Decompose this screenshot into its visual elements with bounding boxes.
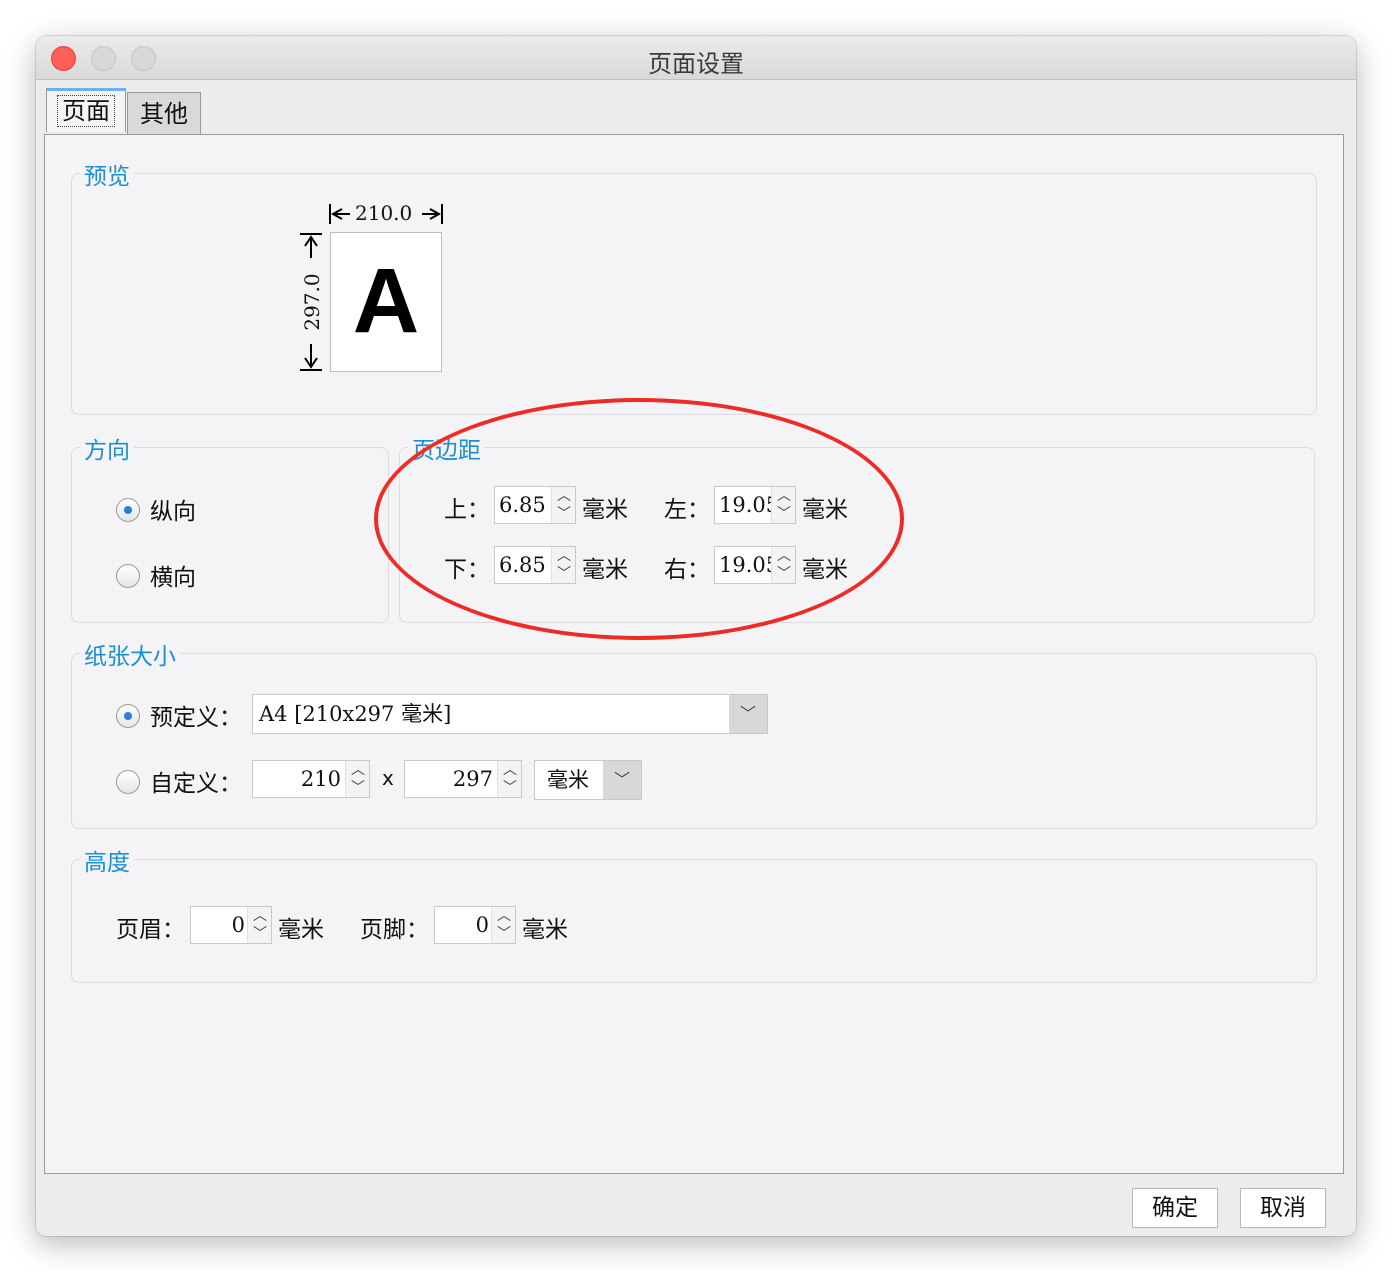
- custom-width-spinner[interactable]: 210 ︿ ﹀: [252, 760, 370, 798]
- chevron-up-icon[interactable]: ︿: [492, 907, 516, 925]
- header-spinner[interactable]: 0 ︿ ﹀: [190, 906, 272, 944]
- margin-top-value[interactable]: 6.85: [499, 487, 553, 523]
- chevron-up-icon[interactable]: ︿: [552, 487, 576, 505]
- footer-value[interactable]: 0: [439, 907, 489, 943]
- paper-size-group: 纸张大小 预定义： A4 [210x297 毫米] ﹀ 自定义： 210 ︿ ﹀ …: [71, 637, 1317, 829]
- margin-bottom-label: 下：: [444, 557, 490, 583]
- preview-legend: 预览: [80, 157, 134, 191]
- width-dimension-label: 210.0: [355, 201, 413, 225]
- chevron-down-icon[interactable]: ﹀: [603, 761, 641, 799]
- title-bar: 页面设置: [36, 36, 1356, 80]
- preview-group: 预览 210.0 297.0 A: [71, 157, 1317, 415]
- margin-top-unit: 毫米: [582, 497, 628, 523]
- margin-right-unit: 毫米: [802, 557, 848, 583]
- chevron-down-icon[interactable]: ﹀: [492, 925, 516, 943]
- tab-page-label: 页面: [57, 95, 115, 127]
- tab-other-label: 其他: [140, 100, 188, 128]
- chevron-up-icon[interactable]: ︿: [552, 547, 576, 565]
- chevron-down-icon[interactable]: ﹀: [772, 505, 796, 523]
- orientation-group: 方向 纵向 横向: [71, 431, 389, 623]
- custom-unit-value: 毫米: [547, 768, 589, 792]
- chevron-up-icon[interactable]: ︿: [248, 907, 272, 925]
- footer-unit: 毫米: [522, 917, 568, 943]
- paper-size-legend: 纸张大小: [80, 637, 180, 671]
- preview-sample-letter: A: [352, 250, 420, 352]
- chevron-down-icon[interactable]: ﹀: [552, 565, 576, 583]
- landscape-radio[interactable]: [116, 564, 140, 588]
- chevron-up-icon[interactable]: ︿: [772, 487, 796, 505]
- chevron-down-icon[interactable]: ﹀: [248, 925, 272, 943]
- ok-button[interactable]: 确定: [1132, 1188, 1218, 1228]
- predefined-label: 预定义：: [150, 705, 242, 731]
- window-title: 页面设置: [648, 50, 744, 78]
- custom-label: 自定义：: [150, 771, 242, 797]
- predefined-radio[interactable]: [116, 704, 140, 728]
- margin-bottom-spinner[interactable]: 6.85 ︿ ﹀: [494, 546, 576, 584]
- custom-radio[interactable]: [116, 770, 140, 794]
- header-label: 页眉：: [116, 917, 185, 943]
- margin-left-label: 左：: [664, 497, 710, 523]
- chevron-down-icon[interactable]: ﹀: [729, 695, 767, 733]
- height-legend: 高度: [80, 843, 134, 877]
- height-dimension-label: 297.0: [300, 273, 324, 331]
- margin-top-label: 上：: [444, 497, 490, 523]
- margin-left-value[interactable]: 19.05: [719, 487, 773, 523]
- custom-height-value[interactable]: 297: [409, 761, 493, 797]
- margin-left-spinner[interactable]: 19.05 ︿ ﹀: [714, 486, 796, 524]
- tab-content-panel: 预览 210.0 297.0 A 方向 纵向 横向 页边距 上： 6.85 ︿ …: [44, 134, 1344, 1174]
- margin-bottom-unit: 毫米: [582, 557, 628, 583]
- margins-legend: 页边距: [408, 431, 485, 465]
- page-setup-window: 页面设置 页面 其他 预览 210.0 297.0 A 方向 纵向 横向 页边距…: [36, 36, 1356, 1236]
- chevron-down-icon[interactable]: ﹀: [772, 565, 796, 583]
- page-preview: A: [330, 232, 442, 372]
- chevron-up-icon[interactable]: ︿: [346, 761, 370, 779]
- tab-page[interactable]: 页面: [46, 88, 126, 132]
- margin-left-unit: 毫米: [802, 497, 848, 523]
- height-group: 高度 页眉： 0 ︿ ﹀ 毫米 页脚： 0 ︿ ﹀ 毫米: [71, 843, 1317, 983]
- margin-bottom-value[interactable]: 6.85: [499, 547, 553, 583]
- header-value[interactable]: 0: [195, 907, 245, 943]
- cancel-button[interactable]: 取消: [1240, 1188, 1326, 1228]
- chevron-down-icon[interactable]: ﹀: [552, 505, 576, 523]
- margin-right-label: 右：: [664, 557, 710, 583]
- margin-right-spinner[interactable]: 19.05 ︿ ﹀: [714, 546, 796, 584]
- chevron-down-icon[interactable]: ﹀: [498, 779, 522, 797]
- header-unit: 毫米: [278, 917, 324, 943]
- tab-other[interactable]: 其他: [127, 92, 201, 134]
- footer-label: 页脚：: [360, 917, 429, 943]
- chevron-up-icon[interactable]: ︿: [498, 761, 522, 779]
- custom-unit-select[interactable]: 毫米 ﹀: [534, 760, 642, 800]
- custom-width-value[interactable]: 210: [257, 761, 341, 797]
- chevron-down-icon[interactable]: ﹀: [346, 779, 370, 797]
- size-separator: x: [382, 766, 394, 790]
- landscape-label: 横向: [150, 565, 196, 591]
- custom-height-spinner[interactable]: 297 ︿ ﹀: [404, 760, 522, 798]
- chevron-up-icon[interactable]: ︿: [772, 547, 796, 565]
- predefined-size-value: A4 [210x297 毫米]: [259, 702, 452, 726]
- margin-top-spinner[interactable]: 6.85 ︿ ﹀: [494, 486, 576, 524]
- footer-spinner[interactable]: 0 ︿ ﹀: [434, 906, 516, 944]
- orientation-legend: 方向: [80, 431, 134, 465]
- margins-group: 页边距 上： 6.85 ︿ ﹀ 毫米 左： 19.05 ︿ ﹀ 毫米 下： 6.85…: [399, 431, 1315, 623]
- predefined-size-select[interactable]: A4 [210x297 毫米] ﹀: [252, 694, 768, 734]
- margin-right-value[interactable]: 19.05: [719, 547, 773, 583]
- portrait-radio[interactable]: [116, 498, 140, 522]
- portrait-label: 纵向: [150, 499, 196, 525]
